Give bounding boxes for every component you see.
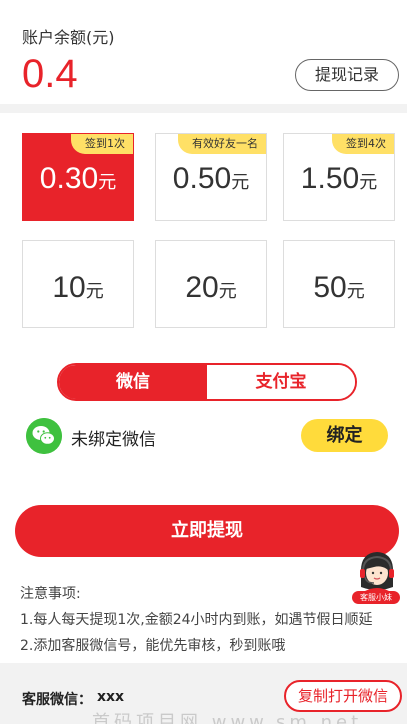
amount-value: 0.30元 xyxy=(39,162,117,195)
amount-tag: 有效好友一名 xyxy=(178,134,266,154)
note-item: 2.添加客服微信号，能优先审核，秒到账哦 xyxy=(20,638,286,654)
amount-option-5[interactable]: 50元 xyxy=(283,240,395,328)
bind-button[interactable]: 绑定 xyxy=(301,419,388,452)
payment-method-tabs: 微信 支付宝 xyxy=(57,363,357,401)
withdraw-button[interactable]: 立即提现 xyxy=(15,505,399,557)
amount-value: 50元 xyxy=(313,271,365,304)
wechat-bind-status: 未绑定微信 xyxy=(71,430,156,450)
tab-wechat[interactable]: 微信 xyxy=(59,365,207,399)
balance-card: 账户余额(元) 0.4 提现记录 xyxy=(0,0,407,104)
footer: 客服微信： xxx 复制打开微信 首码项目网 www.sm.net xyxy=(0,670,407,724)
wechat-icon xyxy=(26,418,62,454)
balance-label: 账户余额(元) xyxy=(22,28,115,47)
withdraw-panel: 签到1次 0.30元 有效好友一名 0.50元 签到4次 1.50元 10元 2… xyxy=(0,113,407,663)
customer-service-badge[interactable]: 客服小妹 xyxy=(352,591,400,604)
amount-value: 20元 xyxy=(185,271,237,304)
amount-value: 1.50元 xyxy=(300,162,378,195)
amount-option-4[interactable]: 20元 xyxy=(155,240,267,328)
amount-tag: 签到1次 xyxy=(71,134,133,154)
notes-title: 注意事项: xyxy=(20,586,81,602)
customer-service-wechat-id: xxx xyxy=(97,689,125,705)
customer-service-label: 客服微信： xyxy=(22,692,92,708)
amount-value: 10元 xyxy=(52,271,104,304)
watermark: 首码项目网 www.sm.net xyxy=(92,712,363,724)
amount-tag: 签到4次 xyxy=(332,134,394,154)
tab-alipay[interactable]: 支付宝 xyxy=(207,365,355,399)
amount-option-0[interactable]: 签到1次 0.30元 xyxy=(22,133,134,221)
note-item: 1.每人每天提现1次,金额24小时内到账，如遇节假日顺延 xyxy=(20,612,373,628)
balance-value: 0.4 xyxy=(22,52,78,96)
amount-option-1[interactable]: 有效好友一名 0.50元 xyxy=(155,133,267,221)
withdraw-history-button[interactable]: 提现记录 xyxy=(295,59,399,91)
amount-option-3[interactable]: 10元 xyxy=(22,240,134,328)
amount-value: 0.50元 xyxy=(172,162,250,195)
amount-option-2[interactable]: 签到4次 1.50元 xyxy=(283,133,395,221)
